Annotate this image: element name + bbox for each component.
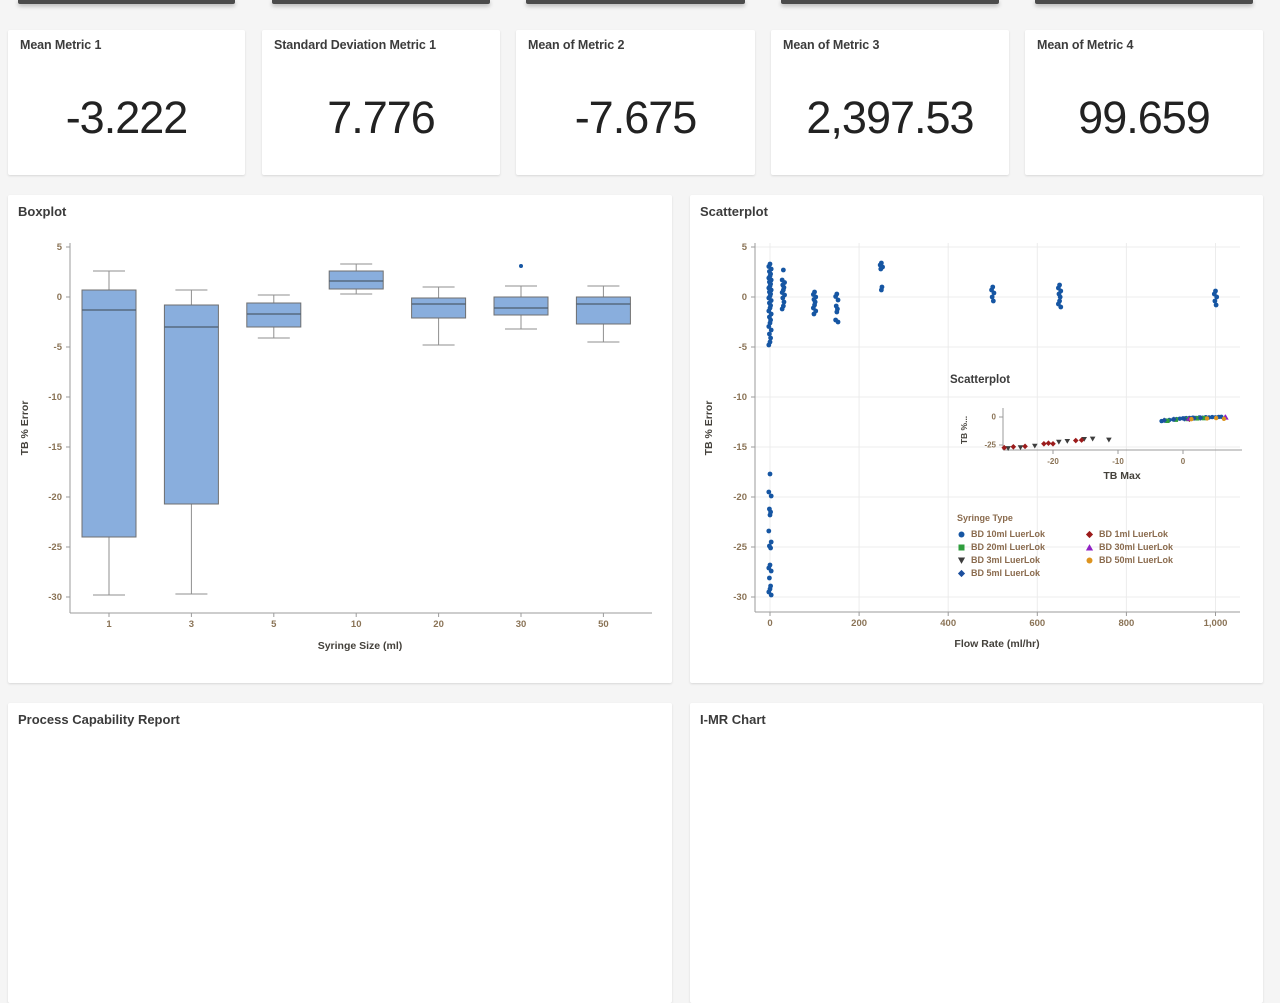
svg-text:-5: -5 xyxy=(739,342,748,353)
svg-text:-25: -25 xyxy=(984,441,996,450)
scatterplot-panel[interactable]: Scatterplot 5 0 -5 -10 -15 -20 -25 -30 0 200 400 60… xyxy=(690,195,1263,683)
legend-items: BD 10ml LuerLokBD 20ml LuerLokBD 3ml Lue… xyxy=(957,528,1253,580)
circle-marker-icon xyxy=(957,530,966,539)
svg-text:-10: -10 xyxy=(48,392,62,403)
diamond-marker-icon xyxy=(957,569,966,578)
svg-text:20: 20 xyxy=(433,619,444,630)
legend-item: BD 3ml LuerLok xyxy=(957,554,1085,567)
clipped-card-bottom-bar xyxy=(526,0,745,4)
metric-card-mean-metric-2[interactable]: Mean of Metric 2 -7.675 xyxy=(516,30,755,175)
svg-text:5: 5 xyxy=(742,242,748,253)
metric-value: -7.675 xyxy=(516,92,755,144)
boxplot-panel[interactable]: Boxplot 50-5-10-15-20-25-3013510203050Sy… xyxy=(8,195,672,683)
legend-item: BD 50ml LuerLok xyxy=(1085,554,1225,567)
svg-text:Syringe Size (ml): Syringe Size (ml) xyxy=(318,640,403,652)
clipped-card-bottom-bar xyxy=(781,0,999,4)
svg-text:-20: -20 xyxy=(1047,457,1059,466)
scatterplot-legend: Syringe Type BD 10ml LuerLokBD 20ml Luer… xyxy=(957,513,1253,580)
boxplot-boxes xyxy=(82,264,630,595)
legend-item-label: BD 30ml LuerLok xyxy=(1099,541,1173,554)
legend-item: BD 1ml LuerLok xyxy=(1085,528,1225,541)
clipped-card-bottom-bar xyxy=(18,0,235,4)
legend-item-label: BD 3ml LuerLok xyxy=(971,554,1040,567)
panel-title: Scatterplot xyxy=(700,204,768,219)
legend-item-label: BD 50ml LuerLok xyxy=(1099,554,1173,567)
legend-item: BD 20ml LuerLok xyxy=(957,541,1085,554)
svg-text:-15: -15 xyxy=(48,442,62,453)
legend-item-label: BD 10ml LuerLok xyxy=(971,528,1045,541)
metric-label: Standard Deviation Metric 1 xyxy=(274,38,436,52)
svg-text:0: 0 xyxy=(57,292,62,303)
scatterplot-chart: 5 0 -5 -10 -15 -20 -25 -30 0 200 400 600 800 1,000 Flo… xyxy=(690,225,1263,670)
svg-text:1: 1 xyxy=(106,619,112,630)
svg-text:-20: -20 xyxy=(733,492,747,503)
svg-text:-5: -5 xyxy=(54,342,63,353)
svg-text:-15: -15 xyxy=(733,442,747,453)
legend-item: BD 10ml LuerLok xyxy=(957,528,1085,541)
circle-marker-icon xyxy=(1085,556,1094,565)
svg-text:0: 0 xyxy=(992,413,997,422)
square-marker-icon xyxy=(957,543,966,552)
clipped-card-bottom-bar xyxy=(1035,0,1253,4)
svg-text:0: 0 xyxy=(767,618,772,629)
svg-text:TB % Error: TB % Error xyxy=(703,401,715,456)
legend-title: Syringe Type xyxy=(957,513,1253,523)
svg-text:-20: -20 xyxy=(48,492,62,503)
svg-text:-25: -25 xyxy=(733,542,747,553)
svg-text:1,000: 1,000 xyxy=(1204,618,1228,629)
svg-text:30: 30 xyxy=(516,619,527,630)
svg-text:Scatterplot: Scatterplot xyxy=(950,374,1010,386)
metric-value: 7.776 xyxy=(262,92,500,144)
triangle-up-marker-icon xyxy=(1085,543,1094,552)
svg-text:10: 10 xyxy=(351,619,362,630)
svg-text:TB % Error: TB % Error xyxy=(19,401,31,456)
diamond-marker-icon xyxy=(1085,530,1094,539)
boxplot-chart: 50-5-10-15-20-25-3013510203050Syringe Si… xyxy=(8,225,672,670)
legend-item-label: BD 5ml LuerLok xyxy=(971,567,1040,580)
inset-scatterplot: Scatterplot 0 -25 -20 -10 0 TB Max TB %... xyxy=(950,374,1242,482)
svg-text:3: 3 xyxy=(189,619,194,630)
svg-text:-10: -10 xyxy=(733,392,747,403)
legend-item: BD 30ml LuerLok xyxy=(1085,541,1225,554)
panel-title: Boxplot xyxy=(18,204,66,219)
svg-text:0: 0 xyxy=(742,292,747,303)
triangle-down-marker-icon xyxy=(957,556,966,565)
svg-text:800: 800 xyxy=(1118,618,1134,629)
metric-value: -3.222 xyxy=(8,92,245,144)
metric-card-mean-metric-3[interactable]: Mean of Metric 3 2,397.53 xyxy=(771,30,1009,175)
metric-card-mean-metric-1[interactable]: Mean Metric 1 -3.222 xyxy=(8,30,245,175)
svg-text:50: 50 xyxy=(598,619,609,630)
svg-text:200: 200 xyxy=(851,618,867,629)
svg-text:Flow Rate (ml/hr): Flow Rate (ml/hr) xyxy=(954,638,1039,650)
svg-text:5: 5 xyxy=(57,242,63,253)
svg-text:-30: -30 xyxy=(733,592,747,603)
svg-text:400: 400 xyxy=(940,618,956,629)
legend-item-label: BD 1ml LuerLok xyxy=(1099,528,1168,541)
svg-text:5: 5 xyxy=(271,619,277,630)
metric-value: 99.659 xyxy=(1025,92,1263,144)
legend-item-label: BD 20ml LuerLok xyxy=(971,541,1045,554)
svg-text:TB Max: TB Max xyxy=(1103,470,1141,482)
svg-text:-10: -10 xyxy=(1112,457,1124,466)
metric-card-std-dev-metric-1[interactable]: Standard Deviation Metric 1 7.776 xyxy=(262,30,500,175)
svg-text:0: 0 xyxy=(1181,457,1186,466)
metric-label: Mean of Metric 4 xyxy=(1037,38,1133,52)
metric-card-mean-metric-4[interactable]: Mean of Metric 4 99.659 xyxy=(1025,30,1263,175)
process-capability-panel[interactable]: Process Capability Report xyxy=(8,703,672,1003)
svg-text:-25: -25 xyxy=(48,542,62,553)
clipped-card-bottom-bar xyxy=(272,0,490,4)
legend-item: BD 5ml LuerLok xyxy=(957,567,1085,580)
svg-text:-30: -30 xyxy=(48,592,62,603)
imr-chart-panel[interactable]: I-MR Chart xyxy=(690,703,1263,1003)
metric-value: 2,397.53 xyxy=(771,92,1009,144)
metric-label: Mean of Metric 2 xyxy=(528,38,624,52)
svg-text:600: 600 xyxy=(1029,618,1045,629)
metric-label: Mean of Metric 3 xyxy=(783,38,879,52)
metric-label: Mean Metric 1 xyxy=(20,38,101,52)
svg-text:TB %...: TB %... xyxy=(959,416,969,444)
